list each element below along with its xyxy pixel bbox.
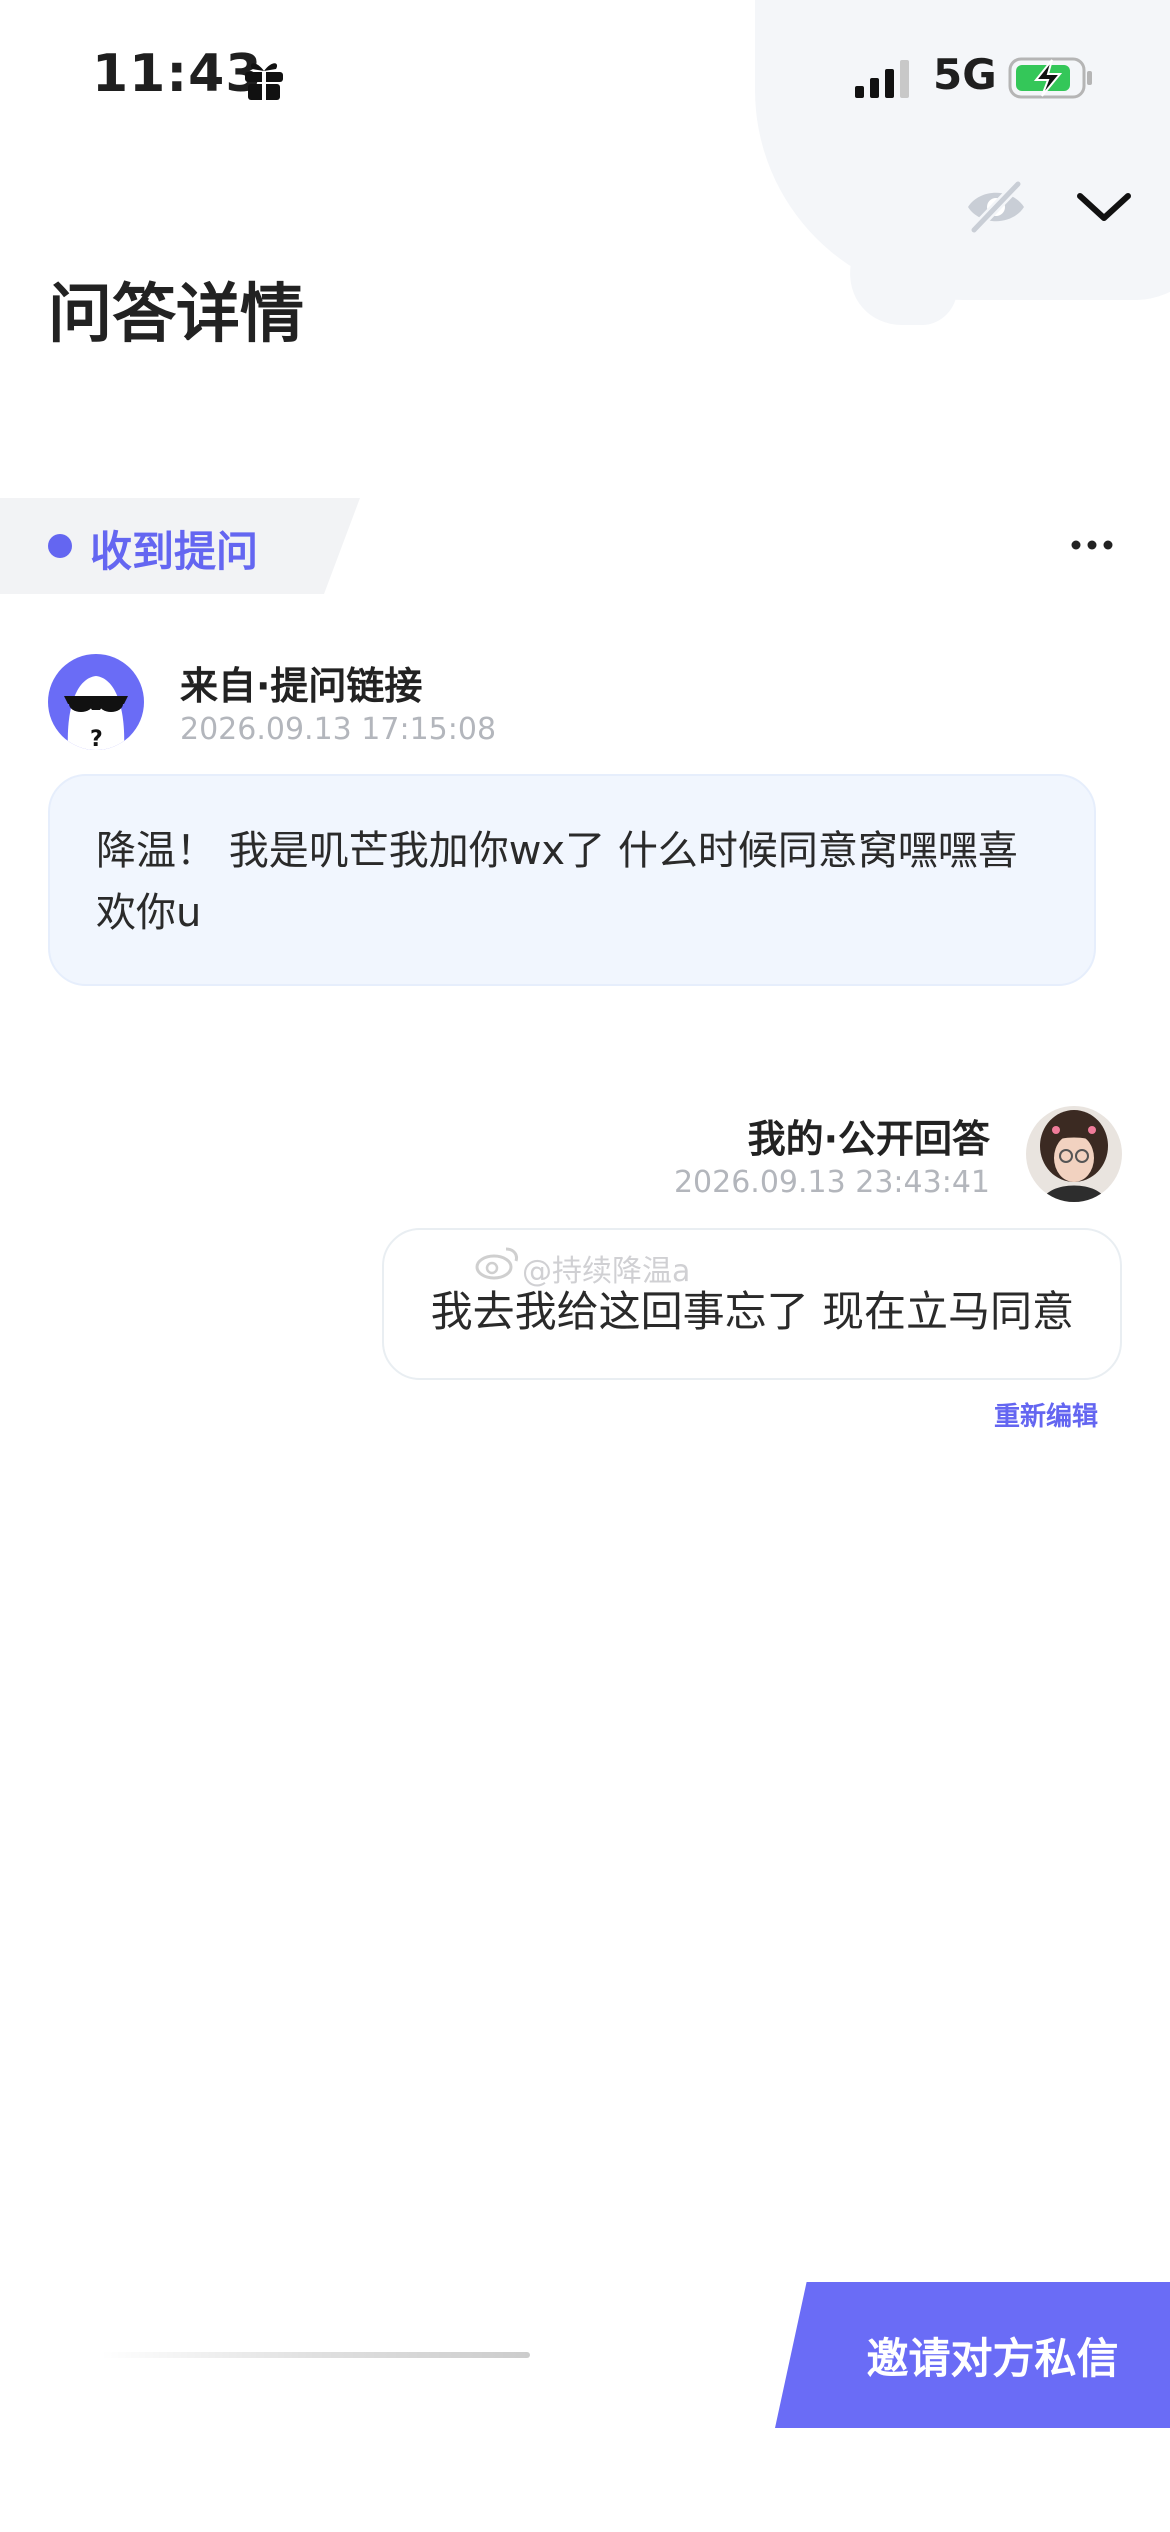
answer-source: 我的·公开回答: [747, 1117, 990, 1161]
chevron-down-icon[interactable]: [1074, 186, 1134, 226]
header-decoration: [755, 0, 1170, 300]
eye-off-icon[interactable]: [962, 178, 1030, 236]
header-decoration-tail: [842, 215, 968, 325]
asker-avatar[interactable]: ?: [48, 654, 144, 750]
page-title: 问答详情: [48, 278, 304, 352]
cellular-signal-icon: [855, 60, 909, 98]
answer-timestamp: 2026.09.13 23:43:41: [673, 1165, 990, 1200]
question-timestamp: 2026.09.13 17:15:08: [180, 712, 497, 747]
invite-message-button[interactable]: 邀请对方私信: [775, 2282, 1170, 2428]
gift-icon: [245, 63, 283, 102]
home-indicator: [100, 2352, 530, 2358]
user-avatar[interactable]: [1026, 1106, 1122, 1202]
tag-dot-icon: [48, 534, 72, 558]
status-time: 11:43: [92, 44, 263, 104]
question-text: 降温！ 我是叽芒我加你wx了 什么时候同意窝嘿嘿喜欢你u: [96, 828, 1018, 936]
battery-charging-icon: [1008, 57, 1092, 99]
more-options-icon[interactable]: [1070, 532, 1114, 558]
tag-label: 收到提问: [90, 527, 259, 576]
network-type: 5G: [933, 50, 997, 99]
answer-text: 我去我给这回事忘了 现在立马同意: [430, 1287, 1074, 1336]
reedit-button[interactable]: 重新编辑: [994, 1396, 1098, 1433]
question-source: 来自·提问链接: [180, 664, 423, 708]
weibo-watermark-icon: [475, 1247, 518, 1280]
svg-text:?: ?: [90, 727, 103, 750]
